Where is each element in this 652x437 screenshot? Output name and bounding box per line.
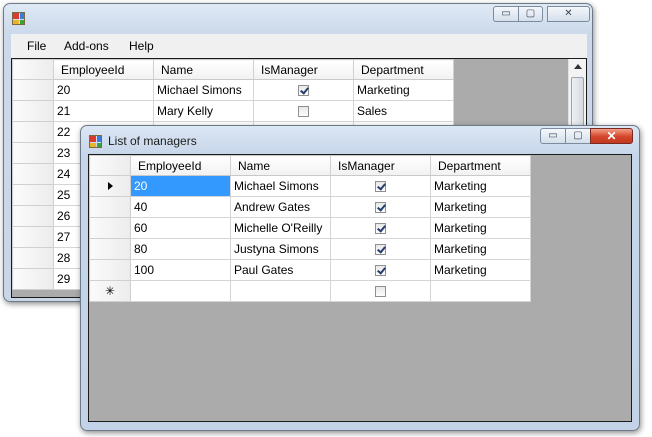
cell-name[interactable]: Mary Kelly [153,100,254,122]
ismanager-checkbox[interactable] [298,106,309,118]
menu-help[interactable]: Help [129,39,154,53]
minimize-button[interactable]: ▭ [540,128,565,144]
grid-corner-header[interactable] [89,155,131,176]
managers-grid: EmployeeId Name IsManager Department 20 M… [89,155,531,302]
cell-department[interactable]: Marketing [430,196,531,218]
row-header[interactable] [12,79,54,101]
row-header[interactable] [12,163,54,185]
cell-department[interactable]: Sales [353,100,454,122]
cell-department[interactable] [430,280,531,302]
row-header[interactable] [89,259,131,281]
row-header[interactable] [89,196,131,218]
cell-name[interactable]: Michael Simons [153,79,254,101]
row-header[interactable] [89,238,131,260]
cell-name[interactable]: Andrew Gates [230,196,331,218]
scroll-up-arrow-icon[interactable] [574,64,582,69]
row-header[interactable] [12,205,54,227]
cell-employeeid[interactable]: 20 [130,175,231,197]
cell-name[interactable]: Michael Simons [230,175,331,197]
table-row[interactable]: 20 Michael Simons Marketing [89,175,531,197]
ismanager-checkbox[interactable] [375,244,386,256]
window-title: List of managers [108,134,197,148]
current-row-arrow-icon [107,182,113,190]
cell-employeeid[interactable]: 80 [130,238,231,260]
app-icon[interactable] [12,12,25,25]
cell-name[interactable]: Michelle O'Reilly [230,217,331,239]
row-header[interactable] [12,142,54,164]
ismanager-checkbox[interactable] [375,286,386,298]
cell-ismanager[interactable] [253,79,354,101]
ismanager-checkbox[interactable] [375,265,386,277]
row-header[interactable] [12,121,54,143]
table-row[interactable]: 20 Michael Simons Marketing [12,79,454,101]
cell-name[interactable]: Paul Gates [230,259,331,281]
main-window-caption-buttons: ▭ ▢ ✕ [493,6,590,22]
cell-ismanager[interactable] [330,280,431,302]
cell-ismanager[interactable] [330,238,431,260]
new-row[interactable]: ✳ [89,280,531,302]
cell-ismanager[interactable] [330,217,431,239]
row-header[interactable] [12,100,54,122]
row-header[interactable] [89,175,131,197]
table-row[interactable]: 40 Andrew Gates Marketing [89,196,531,218]
cell-employeeid[interactable]: 100 [130,259,231,281]
cell-department[interactable]: Marketing [430,259,531,281]
cell-department[interactable]: Marketing [430,217,531,239]
cell-name[interactable] [230,280,331,302]
table-row[interactable]: 60 Michelle O'Reilly Marketing [89,217,531,239]
menu-bar: File Add-ons Help [11,34,587,59]
cell-employeeid[interactable]: 20 [53,79,154,101]
managers-window-caption-buttons: ▭ ▢ ✕ [540,128,633,144]
cell-ismanager[interactable] [253,100,354,122]
table-row[interactable]: 80 Justyna Simons Marketing [89,238,531,260]
column-header-employeeid[interactable]: EmployeeId [53,59,154,80]
maximize-button[interactable]: ▢ [518,6,543,22]
cell-employeeid[interactable]: 60 [130,217,231,239]
menu-add-ons[interactable]: Add-ons [64,39,109,53]
close-button[interactable]: ✕ [590,128,633,144]
column-header-department[interactable]: Department [430,155,531,176]
column-header-name[interactable]: Name [230,155,331,176]
column-header-ismanager[interactable]: IsManager [330,155,431,176]
ismanager-checkbox[interactable] [375,202,386,214]
cell-ismanager[interactable] [330,175,431,197]
cell-department[interactable]: Marketing [430,238,531,260]
cell-name[interactable]: Justyna Simons [230,238,331,260]
cell-department[interactable]: Marketing [430,175,531,197]
cell-employeeid[interactable] [130,280,231,302]
ismanager-checkbox[interactable] [375,223,386,235]
menu-file[interactable]: File [27,39,46,53]
cell-employeeid[interactable]: 40 [130,196,231,218]
minimize-button[interactable]: ▭ [493,6,518,22]
maximize-button[interactable]: ▢ [565,128,590,144]
column-header-ismanager[interactable]: IsManager [253,59,354,80]
column-header-employeeid[interactable]: EmployeeId [130,155,231,176]
new-row-asterisk-icon: ✳ [104,284,116,298]
row-header[interactable]: ✳ [89,280,131,302]
managers-window: List of managers ▭ ▢ ✕ EmployeeId Name I… [80,125,640,431]
row-header[interactable] [12,226,54,248]
cell-department[interactable]: Marketing [353,79,454,101]
close-button[interactable]: ✕ [547,6,590,22]
row-header[interactable] [12,268,54,290]
cell-ismanager[interactable] [330,196,431,218]
cell-employeeid[interactable]: 21 [53,100,154,122]
cell-ismanager[interactable] [330,259,431,281]
managers-grid-area: EmployeeId Name IsManager Department 20 M… [88,154,632,422]
row-header[interactable] [12,247,54,269]
table-row[interactable]: 100 Paul Gates Marketing [89,259,531,281]
column-header-department[interactable]: Department [353,59,454,80]
ismanager-checkbox[interactable] [375,181,386,193]
row-header[interactable] [89,217,131,239]
grid-corner-header[interactable] [12,59,54,80]
column-header-name[interactable]: Name [153,59,254,80]
table-row[interactable]: 21 Mary Kelly Sales [12,100,454,122]
ismanager-checkbox[interactable] [298,85,309,97]
row-header[interactable] [12,184,54,206]
app-icon[interactable] [89,135,102,148]
